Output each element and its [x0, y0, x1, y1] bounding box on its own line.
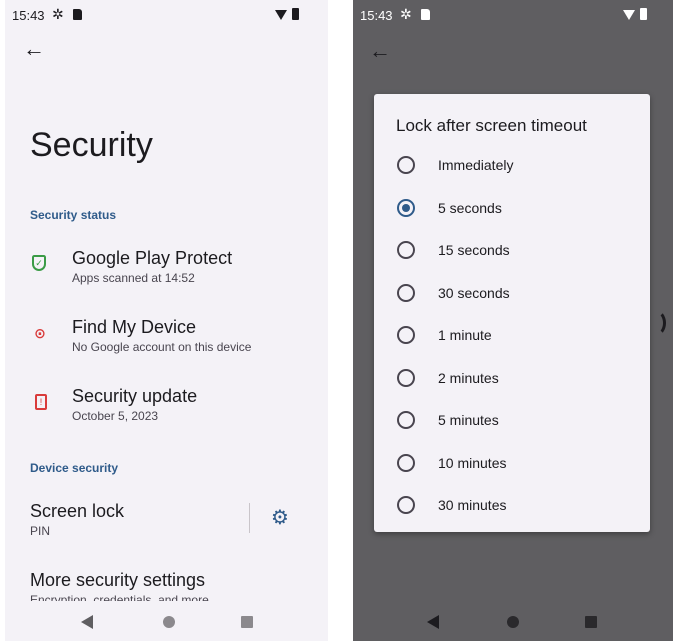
item-subtitle: PIN — [30, 524, 51, 538]
nav-recents-icon[interactable] — [585, 616, 597, 628]
timeout-dialog-screen: 15:43 ✲ ← Lock after screen timeout Imme… — [353, 0, 673, 641]
radio-unselected-icon[interactable] — [397, 156, 415, 174]
settings-notification-icon: ✲ — [400, 6, 412, 22]
item-title: Google Play Protect — [72, 248, 233, 268]
radio-unselected-icon[interactable] — [397, 411, 415, 429]
battery-icon — [292, 8, 299, 20]
item-subtitle: October 5, 2023 — [72, 409, 159, 423]
item-title: Find My Device — [72, 317, 197, 337]
radio-option-label: 5 seconds — [438, 200, 502, 216]
radio-option-label: 10 minutes — [438, 455, 507, 471]
radio-unselected-icon[interactable] — [397, 241, 415, 259]
battery-icon — [640, 8, 647, 20]
wifi-icon — [275, 10, 287, 20]
radio-selected-icon[interactable] — [397, 199, 415, 217]
back-arrow-icon[interactable]: ← — [369, 38, 391, 64]
section-header-security-status: Security status — [30, 208, 117, 222]
radio-unselected-icon[interactable] — [397, 369, 415, 387]
item-title: Screen lock — [30, 501, 125, 521]
status-bar: 15:43 ✲ — [353, 0, 673, 32]
list-item-google-play-protect[interactable]: ✓ Google Play Protect Apps scanned at 14… — [5, 246, 328, 296]
radio-option-label: 30 seconds — [438, 285, 510, 301]
sd-card-icon — [73, 9, 82, 20]
gear-icon[interactable]: ⚙ — [271, 505, 289, 530]
nav-back-icon[interactable] — [427, 615, 439, 629]
lock-timeout-dialog: Lock after screen timeout Immediately 5 s… — [374, 94, 650, 532]
radio-option[interactable]: 30 minutes — [374, 484, 650, 526]
security-screen: 15:43 ✲ ← Security Security status ✓ Goo… — [5, 0, 328, 641]
nav-home-icon[interactable] — [163, 616, 175, 628]
radio-option[interactable]: 30 seconds — [374, 272, 650, 314]
radio-option[interactable]: 10 minutes — [374, 442, 650, 484]
radio-option[interactable]: 2 minutes — [374, 357, 650, 399]
radio-option-label: 30 minutes — [438, 497, 507, 513]
nav-home-icon[interactable] — [507, 616, 519, 628]
sd-card-icon — [421, 9, 430, 20]
phone-alert-icon: ! — [35, 394, 47, 410]
radio-option-label: 15 seconds — [438, 242, 510, 258]
section-header-device-security: Device security — [30, 461, 119, 475]
navigation-bar — [353, 601, 673, 641]
radio-option-label: 5 minutes — [438, 412, 499, 428]
nav-recents-icon[interactable] — [241, 616, 253, 628]
item-title: Security update — [72, 386, 198, 406]
radio-option[interactable]: 1 minute — [374, 314, 650, 356]
dialog-title: Lock after screen timeout — [396, 116, 587, 135]
status-time: 15:43 — [12, 8, 45, 23]
radio-option-label: 1 minute — [438, 327, 492, 343]
location-alert-icon: ⊙ — [34, 325, 46, 341]
shield-check-icon: ✓ — [32, 255, 46, 271]
back-arrow-icon[interactable]: ← — [23, 36, 45, 62]
radio-option[interactable]: 5 minutes — [374, 399, 650, 441]
nav-back-icon[interactable] — [81, 615, 93, 629]
radio-unselected-icon[interactable] — [397, 454, 415, 472]
wifi-icon — [623, 10, 635, 20]
divider — [249, 503, 250, 533]
radio-option-label: Immediately — [438, 157, 514, 173]
settings-notification-icon: ✲ — [52, 6, 64, 22]
radio-option-label: 2 minutes — [438, 370, 499, 386]
item-subtitle: No Google account on this device — [72, 340, 252, 354]
page-title: Security — [30, 126, 153, 164]
radio-option[interactable]: 5 seconds — [374, 187, 650, 229]
radio-option[interactable]: Immediately — [374, 144, 650, 186]
radio-option[interactable]: 15 seconds — [374, 229, 650, 271]
item-subtitle: Apps scanned at 14:52 — [72, 271, 195, 285]
list-item-find-my-device[interactable]: ⊙ Find My Device No Google account on th… — [5, 316, 328, 366]
list-item-security-update[interactable]: ! Security update October 5, 2023 — [5, 385, 328, 435]
status-bar: 15:43 ✲ — [5, 0, 328, 32]
radio-unselected-icon[interactable] — [397, 326, 415, 344]
list-item-more-security-settings[interactable]: More security settings Encryption, crede… — [5, 569, 328, 607]
status-time: 15:43 — [360, 8, 393, 23]
item-title: More security settings — [30, 570, 206, 590]
radio-unselected-icon[interactable] — [397, 496, 415, 514]
navigation-bar — [5, 601, 328, 641]
radio-unselected-icon[interactable] — [397, 284, 415, 302]
